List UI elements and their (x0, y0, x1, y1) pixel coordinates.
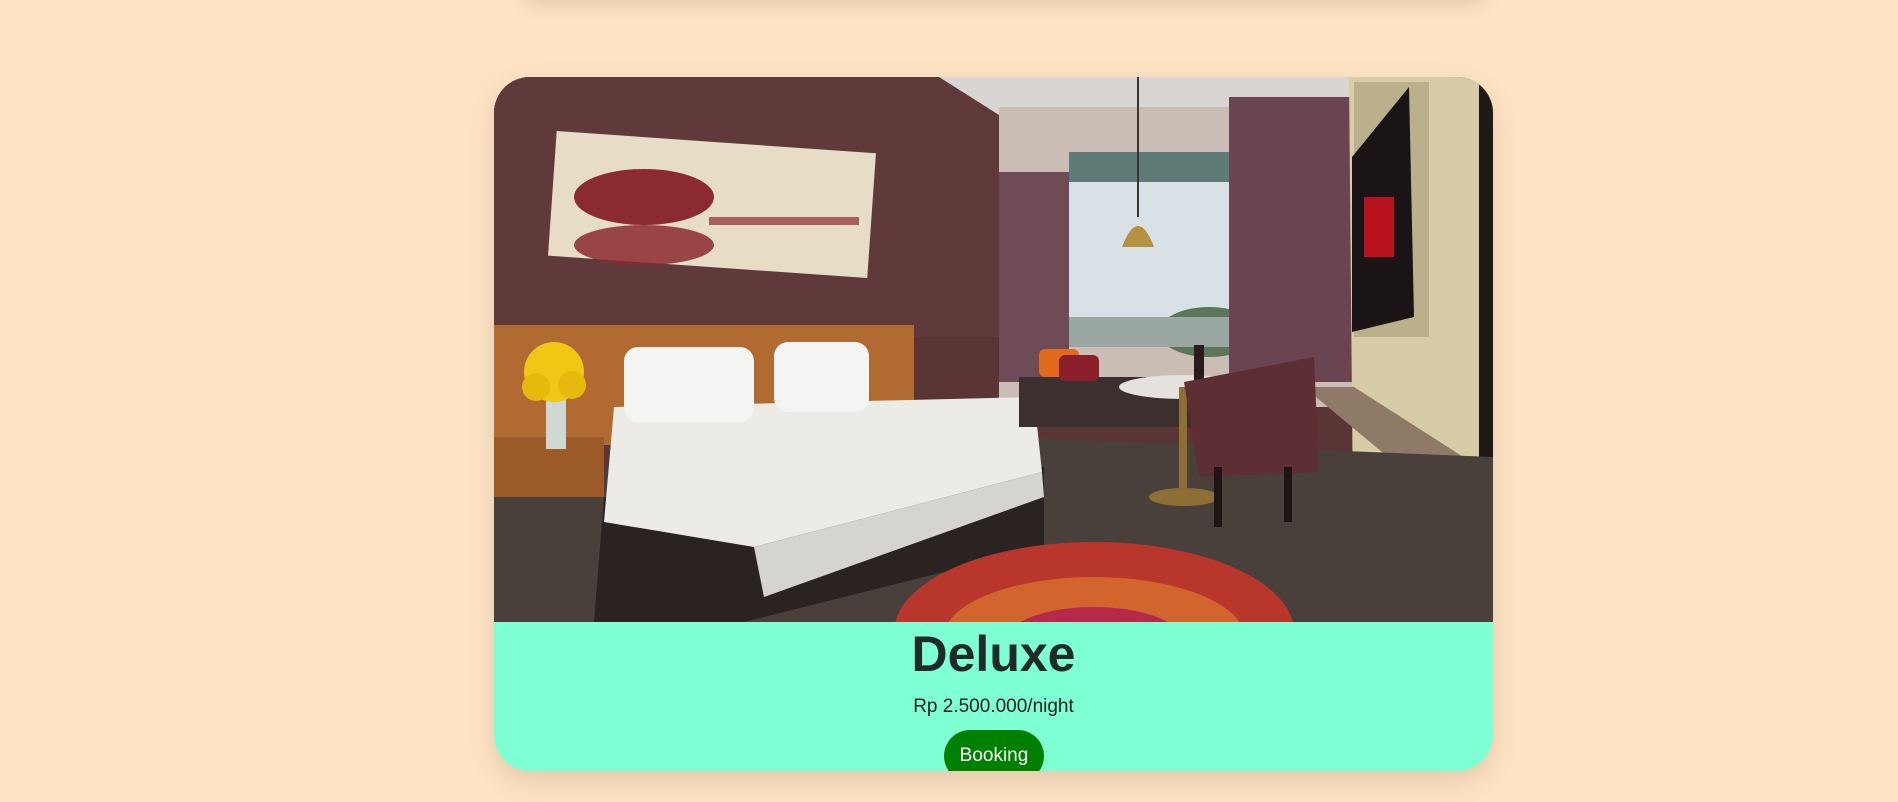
booking-button[interactable]: Booking (944, 730, 1044, 771)
room-card: Deluxe Rp 2.500.000/night Booking (494, 77, 1493, 771)
room-name: Deluxe (911, 626, 1076, 682)
room-price: Rp 2.500.000/night (913, 696, 1074, 717)
room-info: Deluxe Rp 2.500.000/night Booking (494, 622, 1493, 771)
room-photo (494, 77, 1493, 622)
